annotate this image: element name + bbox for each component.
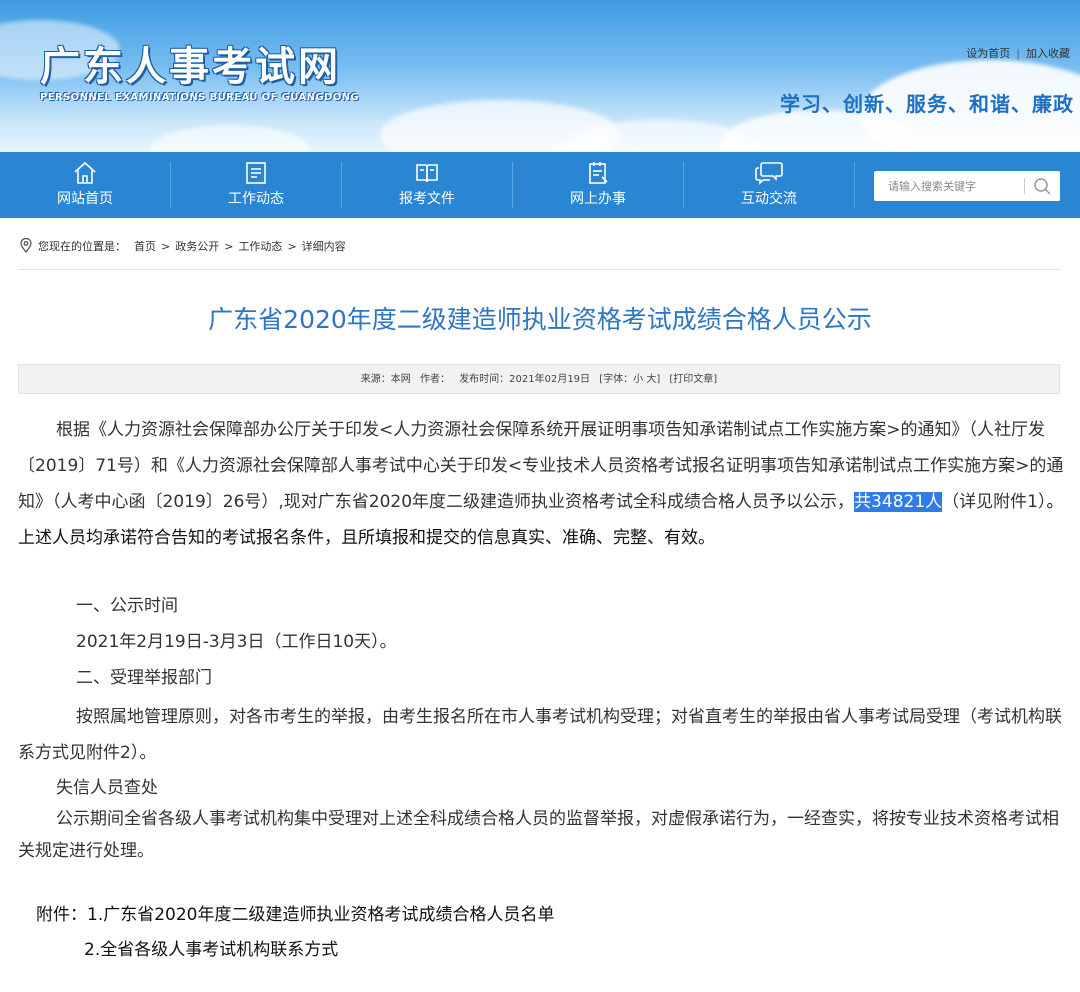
add-favorite-link[interactable]: 加入收藏 — [1026, 47, 1070, 60]
section-2-title: 二、受理举报部门 — [76, 668, 212, 688]
font-size-control[interactable]: [字体：小 大] — [599, 374, 660, 385]
article-paragraph-1: 根据《人力资源社会保障部办公厅关于印发<人力资源社会保障系统开展证明事项告知承诺… — [18, 412, 1066, 556]
nav-item-interaction-label: 互动交流 — [741, 191, 797, 207]
search-button[interactable] — [1030, 175, 1054, 197]
breadcrumb-current: 详细内容 — [301, 240, 346, 253]
article-meta-bar: 来源：本网 作者： 发布时间：2021年02月19日 [字体：小 大] [打印文… — [18, 364, 1060, 394]
article-body: 根据《人力资源社会保障部办公厅关于印发<人力资源社会保障系统开展证明事项告知承诺… — [18, 412, 1066, 556]
book-icon — [416, 164, 438, 183]
section-1-text: 2021年2月19日-3月3日（工作日10天）。 — [76, 632, 397, 652]
clipboard-icon — [589, 162, 608, 184]
nav-item-interaction[interactable]: 互动交流 — [684, 152, 854, 218]
section-1-title: 一、公示时间 — [76, 596, 178, 616]
breadcrumb-arrow: > — [224, 240, 234, 253]
breadcrumb-home[interactable]: 首页 — [134, 240, 156, 253]
breadcrumb-prefix: 您现在的位置是： — [38, 240, 126, 253]
nav-item-documents[interactable]: 报考文件 — [342, 152, 512, 218]
nav-item-home-label: 网站首页 — [57, 191, 113, 207]
site-logo-subtitle: PERSONNEL EXAMINATIONS BUREAU OF GUANGDO… — [40, 92, 360, 103]
section-3-title: 失信人员查处 — [56, 778, 158, 798]
attachments-line-1: 附件：1.广东省2020年度二级建造师执业资格考试成绩合格人员名单 — [36, 900, 554, 925]
section-2-text: 按照属地管理原则，对各市考生的举报，由考生报名所在市人事考试机构受理；对省直考生… — [18, 707, 1062, 763]
breadcrumb-divider — [18, 269, 1060, 270]
article-title: 广东省2020年度二级建造师执业资格考试成绩合格人员公示 — [208, 305, 872, 334]
attachment-label: 附件： — [36, 905, 87, 925]
section-3-text: 公示期间全省各级人事考试机构集中受理对上述全科成绩合格人员的监督举报，对虚假承诺… — [18, 809, 1059, 861]
meta-publish-date: 发布时间：2021年02月19日 — [459, 374, 591, 385]
attachment-reference: （详见附件1） — [942, 492, 1047, 512]
breadcrumb-arrow: > — [287, 240, 297, 253]
nav-item-home[interactable]: 网站首页 — [0, 152, 170, 218]
breadcrumb-gov-affairs[interactable]: 政务公开 — [175, 240, 219, 253]
nav-item-online-services[interactable]: 网上办事 — [513, 152, 683, 218]
nav-item-documents-label: 报考文件 — [399, 191, 455, 207]
breadcrumb-arrow: > — [161, 240, 171, 253]
attachment-link-1[interactable]: 1.广东省2020年度二级建造师执业资格考试成绩合格人员名单 — [87, 905, 554, 925]
set-homepage-link[interactable]: 设为首页 — [966, 47, 1010, 60]
chat-icon — [755, 162, 783, 185]
site-slogan: 学习、创新、服务、和谐、廉政 — [780, 92, 1074, 116]
print-article-button[interactable]: [打印文章] — [669, 374, 717, 385]
top-links-separator: | — [1016, 47, 1020, 60]
breadcrumb: 您现在的位置是： 首页 > 政务公开 > 工作动态 > 详细内容 — [20, 238, 346, 254]
meta-author: 作者： — [419, 374, 450, 385]
top-links: 设为首页 | 加入收藏 — [966, 45, 1070, 61]
news-icon — [246, 162, 266, 184]
home-icon — [74, 161, 96, 184]
search-box — [874, 171, 1060, 201]
search-input[interactable] — [874, 171, 1020, 201]
breadcrumb-work-news[interactable]: 工作动态 — [238, 240, 282, 253]
header-banner: 广东人事考试网 PERSONNEL EXAMINATIONS BUREAU OF… — [0, 0, 1080, 152]
highlighted-count: 共34821人 — [854, 492, 943, 512]
nav-item-news[interactable]: 工作动态 — [171, 152, 341, 218]
meta-source: 来源：本网 — [360, 374, 411, 385]
location-pin-icon — [20, 238, 32, 253]
site-logo-text: 广东人事考试网 — [40, 44, 341, 90]
search-icon — [1034, 178, 1051, 195]
nav-item-online-services-label: 网上办事 — [570, 191, 626, 207]
attachment-link-2[interactable]: 2.全省各级人事考试机构联系方式 — [84, 935, 338, 960]
nav-item-news-label: 工作动态 — [228, 191, 284, 207]
